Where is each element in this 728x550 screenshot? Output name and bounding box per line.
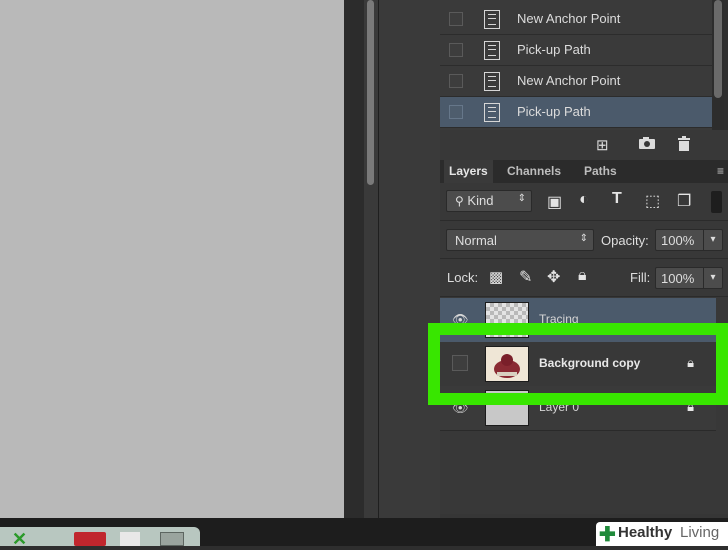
history-item-label: New Anchor Point [517,73,621,88]
chevron-down-icon[interactable]: ▾ [703,268,722,288]
history-item-label: New Anchor Point [517,11,621,26]
history-snapshot-checkbox[interactable] [449,74,463,88]
lock-transparent-pixels-icon[interactable]: ▩ [489,268,503,286]
highlight-box [428,323,728,405]
divider [440,258,728,259]
plus-icon: ✚ [599,524,616,546]
lock-all-icon[interactable]: 🔒︎ [578,267,587,285]
tab-layers[interactable]: Layers [444,160,493,183]
trash-icon[interactable] [677,136,691,156]
fill-value: 100% [661,271,695,286]
history-panel: New Anchor Point Pick-up Path New Anchor… [440,0,716,130]
document-icon [484,103,500,122]
watermark-logo: ✚ Healthy Living [596,522,728,546]
image-filter-icon[interactable]: ▣ [547,192,562,212]
history-item[interactable]: New Anchor Point [440,4,712,35]
app-x-icon[interactable]: ✕ [12,529,27,549]
blend-mode-select[interactable]: Normal ⇕ [446,229,594,251]
history-snapshot-checkbox[interactable] [449,105,463,119]
chevron-updown-icon: ⇕ [517,193,526,204]
panel-menu-icon[interactable]: ≡ [717,164,724,178]
lock-position-icon[interactable]: ✥ [547,267,560,287]
history-footer: ⊞ [440,130,728,158]
history-snapshot-checkbox[interactable] [449,43,463,57]
panel-gutter [378,0,441,518]
document-icon [484,72,500,91]
dock: ✕ [0,527,200,549]
document-icon [484,10,500,29]
canvas-scrollbar[interactable] [364,0,378,518]
filter-kind-select[interactable]: ⚲ Kind ⇕ [446,190,532,212]
document-canvas[interactable] [0,0,344,518]
fill-input[interactable]: 100% ▾ [655,267,723,289]
filter-toggle-switch[interactable] [711,191,722,213]
history-scrollbar[interactable] [712,0,724,130]
watermark-brand-a: Healthy [618,524,673,541]
opacity-value: 100% [661,233,695,248]
type-filter-icon[interactable]: T [612,190,622,208]
adjustment-filter-icon[interactable]: ◐ [579,191,589,209]
app-red-icon[interactable] [74,532,106,546]
chevron-updown-icon: ⇕ [579,233,588,244]
watermark-brand-b: Living [680,524,720,541]
app-printer-icon[interactable] [160,532,184,546]
camera-icon[interactable] [638,136,656,154]
history-item-selected[interactable]: Pick-up Path [440,97,712,128]
history-item[interactable]: New Anchor Point [440,66,712,97]
opacity-input[interactable]: 100% ▾ [655,229,723,251]
chevron-down-icon[interactable]: ▾ [703,230,722,250]
divider [440,296,728,297]
history-item-label: Pick-up Path [517,42,591,57]
canvas-border [344,0,364,518]
history-snapshot-checkbox[interactable] [449,12,463,26]
shape-filter-icon[interactable]: ⬚ [645,191,660,211]
blend-mode-value: Normal [455,233,497,248]
opacity-label: Opacity: [601,233,649,248]
search-icon: ⚲ [455,194,464,208]
tab-paths[interactable]: Paths [579,160,622,183]
lock-image-pixels-icon[interactable]: ✎ [519,267,532,287]
history-item-label: Pick-up Path [517,104,591,119]
filter-kind-value: Kind [467,193,494,208]
lock-label: Lock: [447,270,479,285]
smart-object-filter-icon[interactable]: ❐ [677,191,691,211]
divider [440,220,728,221]
history-item[interactable]: Pick-up Path [440,35,712,66]
new-document-from-state-icon[interactable]: ⊞ [596,136,609,154]
document-icon [484,41,500,60]
app-document-icon[interactable] [120,532,140,546]
fill-label: Fill: [630,270,651,285]
scrollbar-thumb[interactable] [714,0,722,98]
scrollbar-thumb[interactable] [367,0,374,185]
tab-channels[interactable]: Channels [502,160,566,183]
panel-tabs: Layers Channels Paths ≡ [440,160,728,183]
